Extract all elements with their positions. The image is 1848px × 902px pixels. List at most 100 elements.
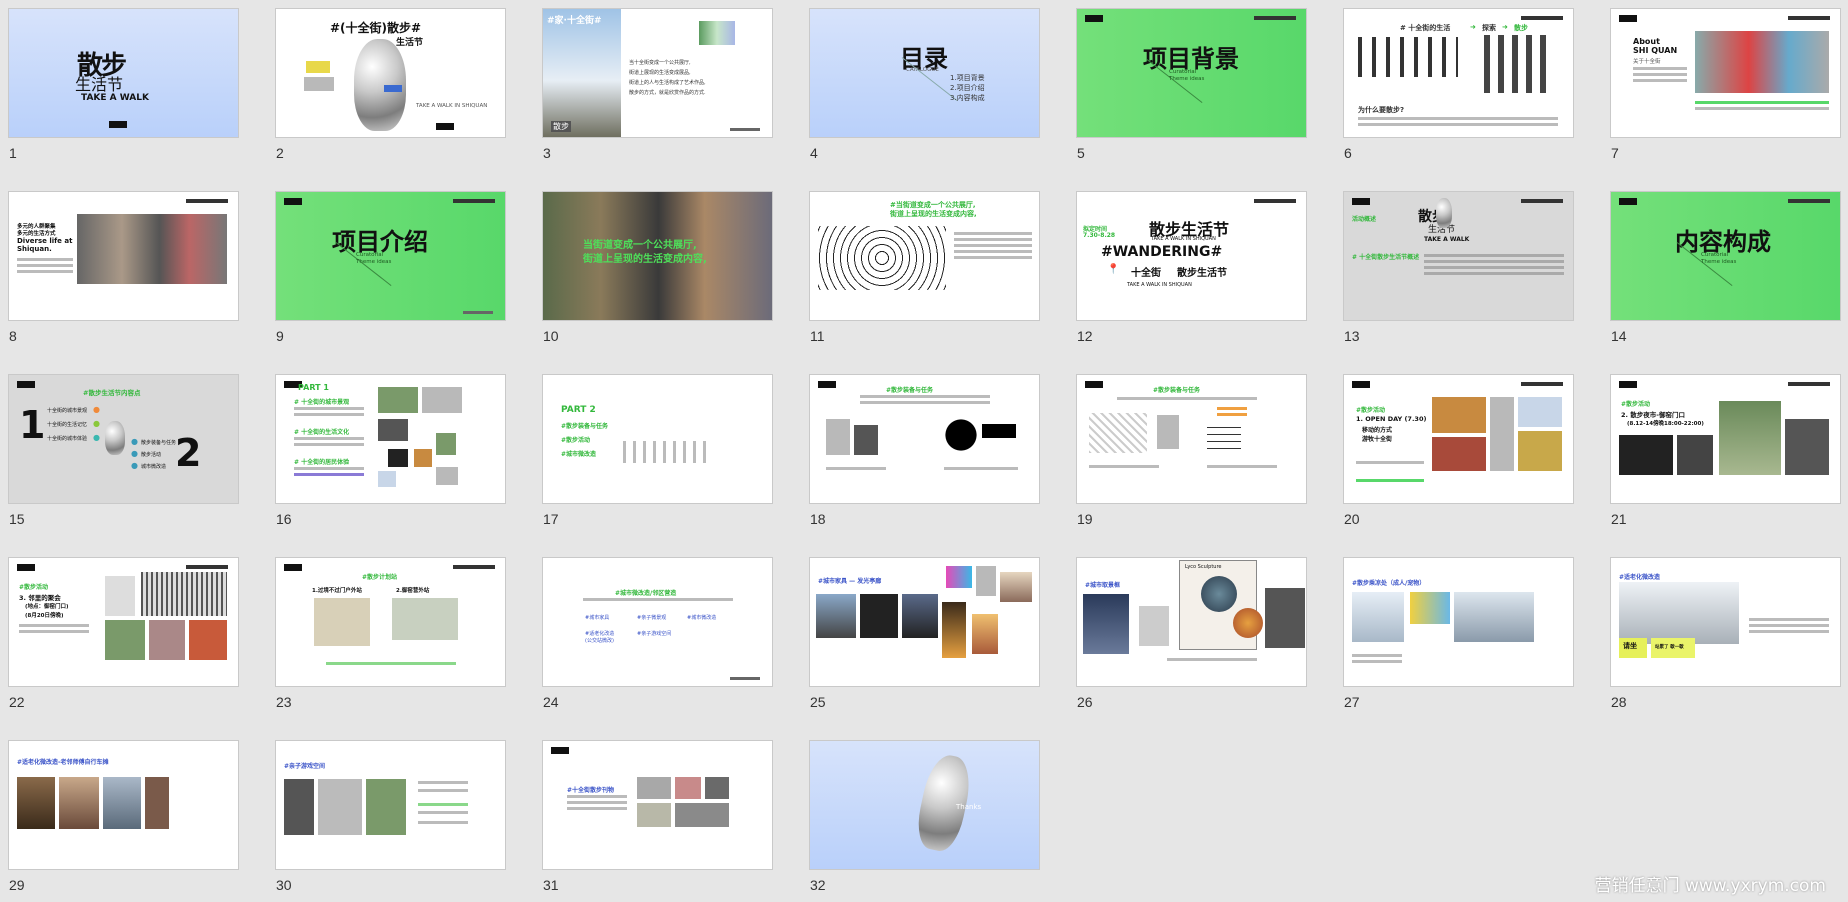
text-block: [418, 811, 468, 814]
slide-text: 7.30-8.28: [1083, 232, 1116, 239]
pavilion-image: [816, 594, 856, 638]
slide-cell: PART 2 #散步装备与任务 #散步活动 #城市微改造 17: [542, 374, 773, 557]
slide-cell: 散步 生活节 TAKE A WALK 1: [8, 8, 239, 191]
slide-thumbnail[interactable]: #散步装备与任务: [809, 374, 1040, 504]
slide-thumbnail[interactable]: #散步活动 3. 邻里的聚会 (地点：御窑门口) (8月20日傍晚): [8, 557, 239, 687]
text-block: [954, 244, 1032, 247]
slide-thumbnail[interactable]: #散步装备与任务: [1076, 374, 1307, 504]
slide-thumbnail[interactable]: #散步活动 2. 散步夜市-御窑门口 (8.12-14傍晚18:00-22:00…: [1610, 374, 1841, 504]
slide-thumbnail[interactable]: Thanks: [809, 740, 1040, 870]
map-image: [1089, 413, 1147, 453]
slide-text: 活动概述: [1352, 216, 1377, 223]
slide-cell: #城市家具 — 发光亭廊 25: [809, 557, 1040, 740]
slide-number: 6: [1344, 145, 1352, 161]
slide-thumbnail[interactable]: PART 1 # 十全街的城市景观 # 十全街的生活文化 # 十全街的居民体验: [275, 374, 506, 504]
logo: [551, 747, 569, 754]
slide-cell: #散步活动 1. OPEN DAY (7.30) 移动的方式 游牧十全街 20: [1343, 374, 1574, 557]
slide-cell: #(十全街)散步# 生活节 TAKE A WALK IN SHIQUAN 2: [275, 8, 506, 191]
slide-text: 关于十全街: [1633, 59, 1661, 65]
text-block: [944, 467, 1018, 470]
slide-text: #城市微改造/邻区营造: [615, 590, 677, 597]
text-block: [1749, 630, 1829, 633]
slide-thumbnail[interactable]: #散步乘凉处（成人/宠物）: [1343, 557, 1574, 687]
photo-image: [1432, 397, 1486, 433]
slide-thumbnail[interactable]: # 十全街的生活 ➜ 探索 ➜ 散步 为什么要散步?: [1343, 8, 1574, 138]
text-block: [567, 807, 627, 810]
photo-image: [1785, 419, 1829, 475]
slide-thumbnail[interactable]: #亲子游戏空间: [275, 740, 506, 870]
slide-thumbnail[interactable]: 活动概述 散步 生活节 TAKE A WALK # 十全街散步生活节概述: [1343, 191, 1574, 321]
clipboard-image: [1157, 415, 1179, 449]
text-block: [567, 795, 627, 798]
logo: [1352, 198, 1370, 205]
slide-subtitle: Curatorial: [1701, 252, 1729, 258]
photo-image: [149, 620, 185, 660]
slide-thumbnail[interactable]: #适老化微改造-老邻师傅自行车摊: [8, 740, 239, 870]
lantern-image: [972, 614, 998, 654]
text-block: [17, 258, 73, 261]
logo: [1619, 381, 1637, 388]
slide-thumbnail[interactable]: 项目介绍 Curatorial Theme ideas: [275, 191, 506, 321]
slide-number: 15: [9, 511, 25, 527]
slide-text: TAKE A WALK IN SHIQUAN: [416, 103, 488, 109]
logo: [1352, 381, 1370, 388]
slide-thumbnail[interactable]: #散步活动 1. OPEN DAY (7.30) 移动的方式 游牧十全街: [1343, 374, 1574, 504]
slide-cell: 目录 CATALOGUE 1.项目背景 2.项目介绍 3.内容构成 4: [809, 8, 1040, 191]
header-tag: [1254, 16, 1296, 20]
slide-thumbnail[interactable]: #散步计划站 1.过境不过门户外站 2.御窑营外站: [275, 557, 506, 687]
slide-thumbnail[interactable]: #适老化微改造 请坐 站累了 歇一歇: [1610, 557, 1841, 687]
photo-image: [366, 779, 406, 835]
slide-text: #城市家具: [585, 615, 610, 621]
slide-thumbnail[interactable]: #城市微改造/邻区营造 #城市家具 #亲子微景观 #城市微改造 #适老化改造 (…: [542, 557, 773, 687]
slide-text: 1.过境不过门户外站: [312, 588, 362, 594]
slide-number: 1: [9, 145, 17, 161]
slide-subtitle: Theme ideas: [1169, 76, 1205, 82]
slide-thumbnail[interactable]: 当街道变成一个公共展厅, 街道上呈现的生活变成内容,: [542, 191, 773, 321]
slide-text: # 十全街的生活: [1400, 24, 1451, 32]
slide-thumbnail[interactable]: #城市取景框 Lyco Sculpture: [1076, 557, 1307, 687]
slide-cell: 多元的人群聚集 多元的生活方式 Diverse life at Shiquan.…: [8, 191, 239, 374]
slide-thumbnail[interactable]: #十全街散步刊物: [542, 740, 773, 870]
dot-icon: ●: [93, 433, 100, 442]
people-silhouette-image: [1358, 37, 1458, 77]
slide-cell: #散步装备与任务 19: [1076, 374, 1307, 557]
slide-thumbnail[interactable]: #(十全街)散步# 生活节 TAKE A WALK IN SHIQUAN: [275, 8, 506, 138]
slide-cell: #散步活动 3. 邻里的聚会 (地点：御窑门口) (8月20日傍晚) 22: [8, 557, 239, 740]
slide-text: #散步活动: [19, 584, 49, 591]
slide-thumbnail[interactable]: 多元的人群聚集 多元的生活方式 Diverse life at Shiquan.: [8, 191, 239, 321]
cards-image: [1207, 423, 1241, 449]
slide-thumbnail[interactable]: #家·十全街# 散步 当十全街变成一个公共展厅, 街道上展现的生活变成展品, 街…: [542, 8, 773, 138]
slide-thumbnail[interactable]: About SHI QUAN 关于十全街: [1610, 8, 1841, 138]
slide-thumbnail[interactable]: 散步 生活节 TAKE A WALK: [8, 8, 239, 138]
slide-thumbnail[interactable]: #散步生活节内容点 1 十全街的城市景观 十全街的生活记忆 十全街的城市体验 ●…: [8, 374, 239, 504]
slide-thumbnail[interactable]: 拟定时间 7.30-8.28 散步生活节 TAKE A WALK IN SHIQ…: [1076, 191, 1307, 321]
slide-number: 30: [276, 877, 292, 893]
slide-text: #散步装备与任务: [1153, 387, 1201, 394]
slide-number: 25: [810, 694, 826, 710]
people-collage-image: [77, 214, 227, 284]
text-block: [19, 624, 89, 627]
slide-text: #适老化改造: [585, 631, 615, 637]
slide-thumbnail[interactable]: 项目背景 Curatorial Theme ideas: [1076, 8, 1307, 138]
photo-image: [1139, 606, 1169, 646]
slide-thumbnail[interactable]: 内容构成 Curatorial Theme ideas: [1610, 191, 1841, 321]
slide-number: 10: [543, 328, 559, 344]
slide-thumbnail[interactable]: #当街道变成一个公共展厅, 街道上呈现的生活变成内容,: [809, 191, 1040, 321]
text-block: [1633, 79, 1687, 82]
photo-image: [637, 803, 671, 827]
slide-thumbnail[interactable]: #城市家具 — 发光亭廊: [809, 557, 1040, 687]
photo-image: [436, 467, 458, 485]
logo: [17, 381, 35, 388]
slide-thumbnail[interactable]: 目录 CATALOGUE 1.项目背景 2.项目介绍 3.内容构成: [809, 8, 1040, 138]
pavilion-image: [860, 594, 898, 638]
walking-figures-image: [623, 441, 713, 463]
slide-text: (地点：御窑门口): [25, 604, 69, 610]
slide-thumbnail[interactable]: PART 2 #散步装备与任务 #散步活动 #城市微改造: [542, 374, 773, 504]
text-block: [294, 443, 364, 446]
slide-text: 1: [19, 403, 46, 447]
text-block: [1217, 407, 1247, 410]
kiosk-image: [392, 598, 458, 640]
slide-text: 当街道变成一个公共展厅,: [583, 240, 697, 251]
text-block: [294, 413, 364, 416]
slide-text: TAKE A WALK IN SHIQUAN: [1127, 282, 1192, 288]
